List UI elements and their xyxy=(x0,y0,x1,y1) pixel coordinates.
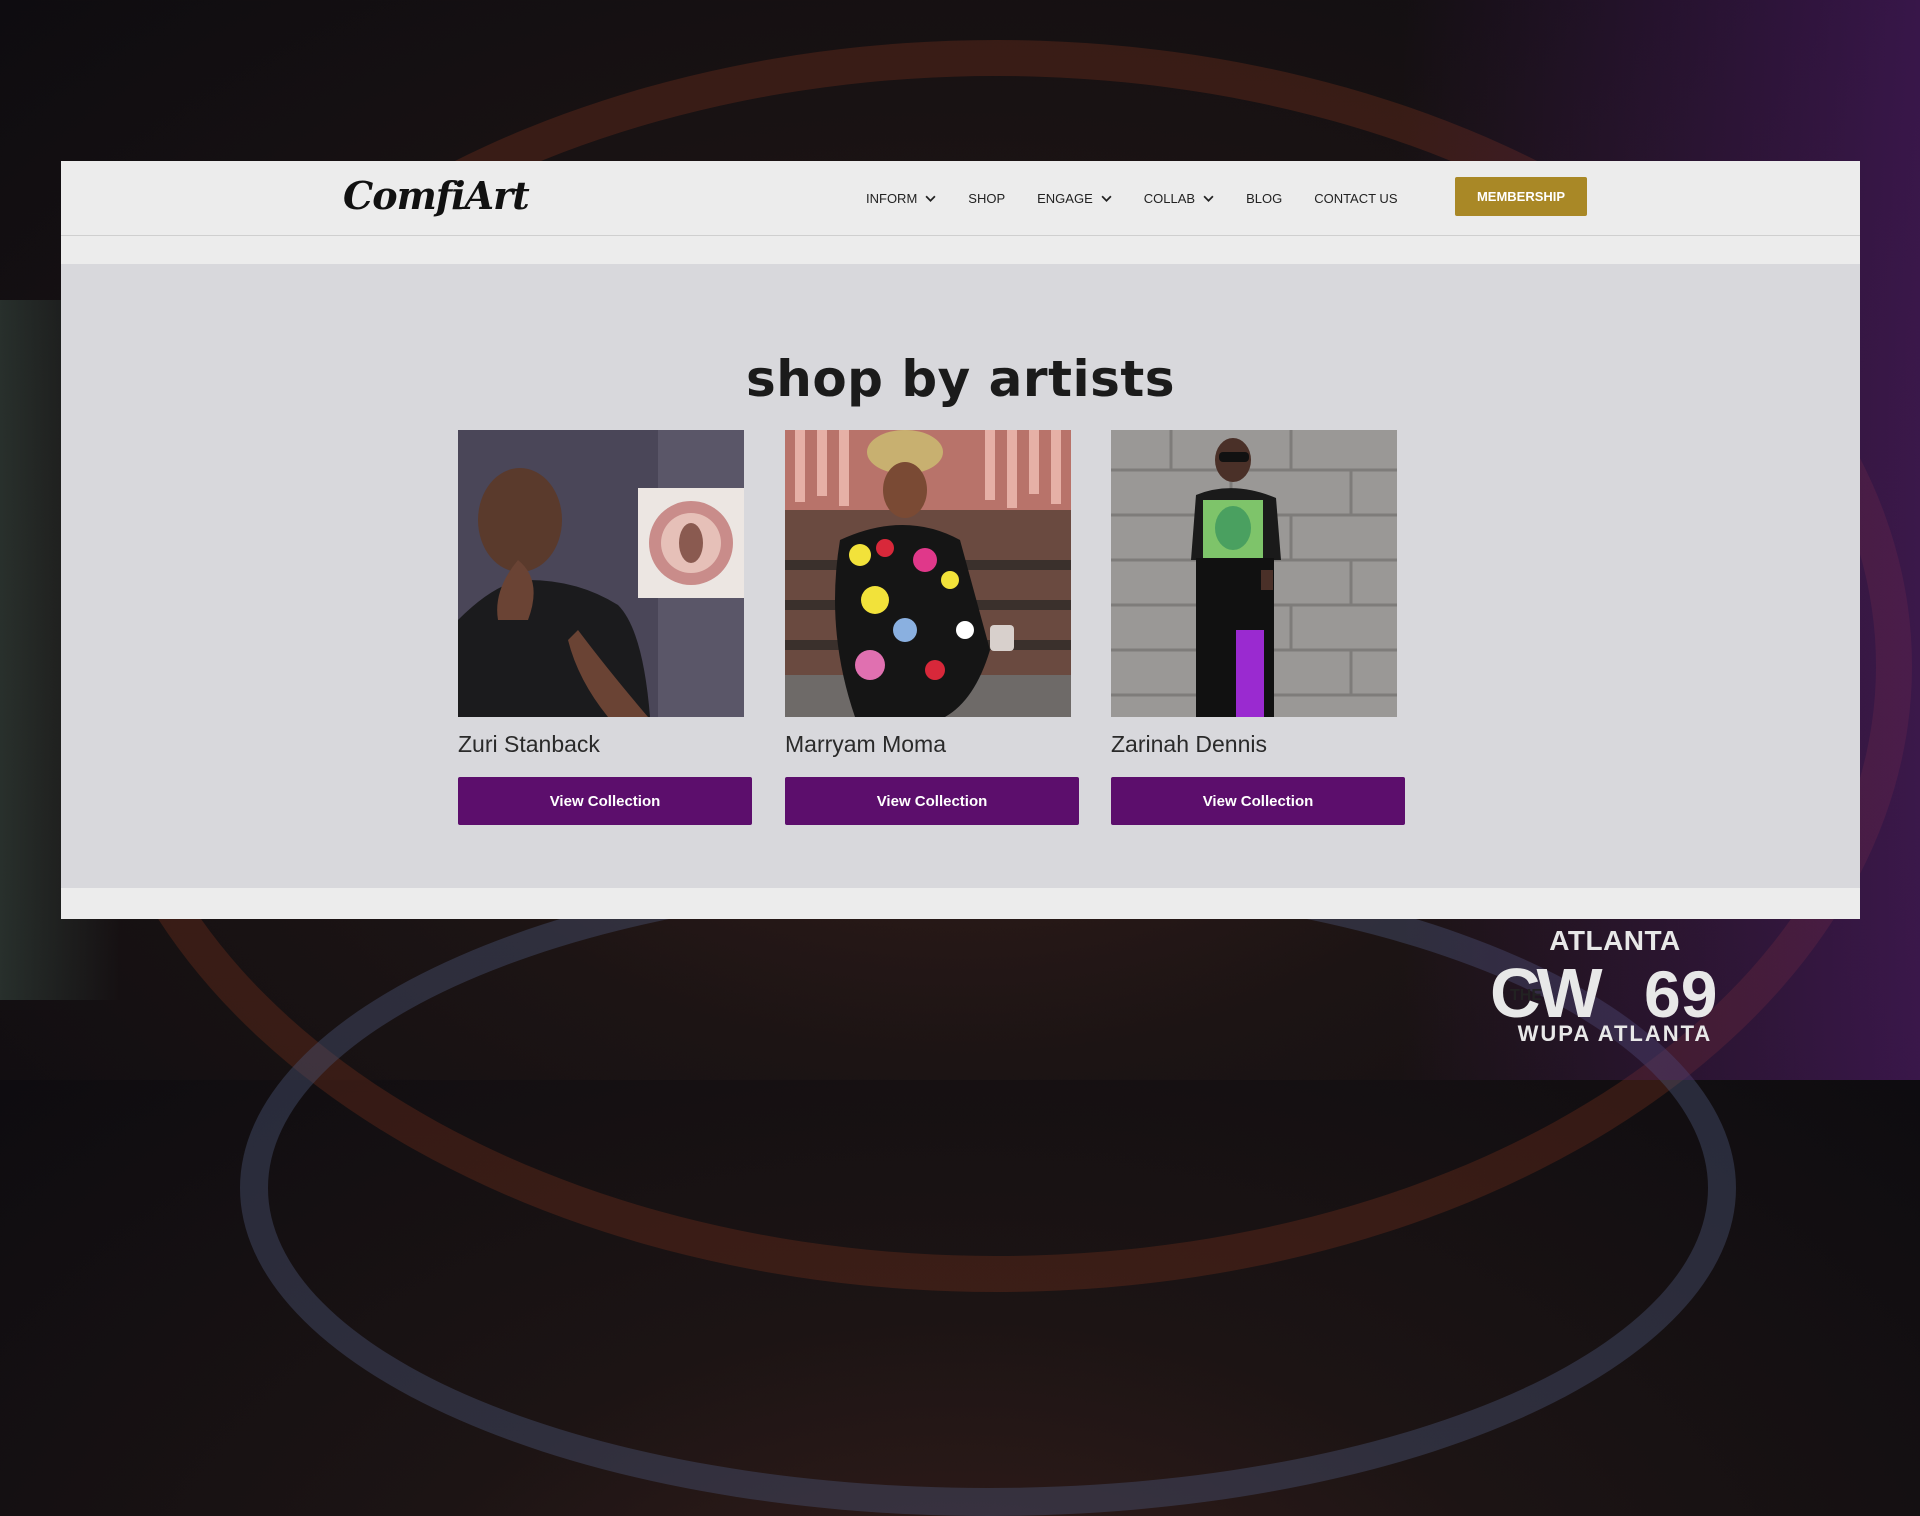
artist-name[interactable]: Zuri Stanback xyxy=(458,731,752,765)
comfiart-logo[interactable]: ComfiArt xyxy=(343,173,530,218)
chevron-down-icon xyxy=(1101,195,1112,202)
artist-card: Zarinah Dennis View Collection xyxy=(1111,430,1405,825)
artist-name[interactable]: Marryam Moma xyxy=(785,731,1079,765)
nav-item-shop[interactable]: SHOP xyxy=(968,191,1005,206)
chevron-down-icon xyxy=(925,195,936,202)
artist-photo[interactable] xyxy=(458,430,744,717)
view-collection-button[interactable]: View Collection xyxy=(785,777,1079,825)
membership-button[interactable]: MEMBERSHIP xyxy=(1455,177,1587,216)
nav-item-label: ENGAGE xyxy=(1037,190,1093,206)
chevron-down-icon xyxy=(1203,195,1214,202)
network-name: CW xyxy=(1490,955,1603,1023)
artist-name[interactable]: Zarinah Dennis xyxy=(1111,731,1405,765)
site-header: ComfiArt INFORM SHOP ENGAGE COLLAB BLOG … xyxy=(61,161,1860,236)
artist-photo[interactable] xyxy=(1111,430,1397,717)
channel-number: 69 xyxy=(1644,957,1717,1023)
website-screen: ComfiArt INFORM SHOP ENGAGE COLLAB BLOG … xyxy=(61,161,1860,919)
main-nav: INFORM SHOP ENGAGE COLLAB BLOG CONTACT U… xyxy=(866,161,1430,235)
artist-photo[interactable] xyxy=(785,430,1071,717)
nav-item-label: CONTACT US xyxy=(1314,190,1398,206)
section-title: shop by artists xyxy=(745,350,1176,408)
nav-item-label: INFORM xyxy=(866,190,918,206)
nav-item-label: COLLAB xyxy=(1143,190,1196,206)
footer-spacer xyxy=(61,888,1860,919)
nav-item-inform[interactable]: INFORM xyxy=(866,191,936,206)
nav-item-collab[interactable]: COLLAB xyxy=(1144,191,1214,206)
artist-photo-image xyxy=(1111,430,1397,717)
nav-item-label: SHOP xyxy=(968,190,1006,206)
view-collection-button[interactable]: View Collection xyxy=(458,777,752,825)
nav-item-blog[interactable]: BLOG xyxy=(1246,191,1282,206)
shop-by-artists-section: shop by artists Zuri Stanback View Colle… xyxy=(61,264,1860,888)
network-prefix: THE xyxy=(1510,987,1542,1004)
artist-photo-image xyxy=(458,430,744,717)
nav-item-label: BLOG xyxy=(1246,190,1283,206)
cw-network-mark: CW 69 THE xyxy=(1490,955,1717,1023)
cw69-station-logo: ATLANTA CW 69 THE WUPA ATLANTA xyxy=(1480,925,1750,1050)
artist-photo-image xyxy=(785,430,1071,717)
nav-item-contact-us[interactable]: CONTACT US xyxy=(1314,191,1397,206)
station-call-sign: WUPA ATLANTA xyxy=(1517,1021,1713,1046)
artist-card: Marryam Moma View Collection xyxy=(785,430,1079,825)
nav-item-engage[interactable]: ENGAGE xyxy=(1037,191,1112,206)
station-city-label: ATLANTA xyxy=(1549,925,1681,956)
artist-card: Zuri Stanback View Collection xyxy=(458,430,752,825)
view-collection-button[interactable]: View Collection xyxy=(1111,777,1405,825)
header-spacer xyxy=(61,236,1860,264)
